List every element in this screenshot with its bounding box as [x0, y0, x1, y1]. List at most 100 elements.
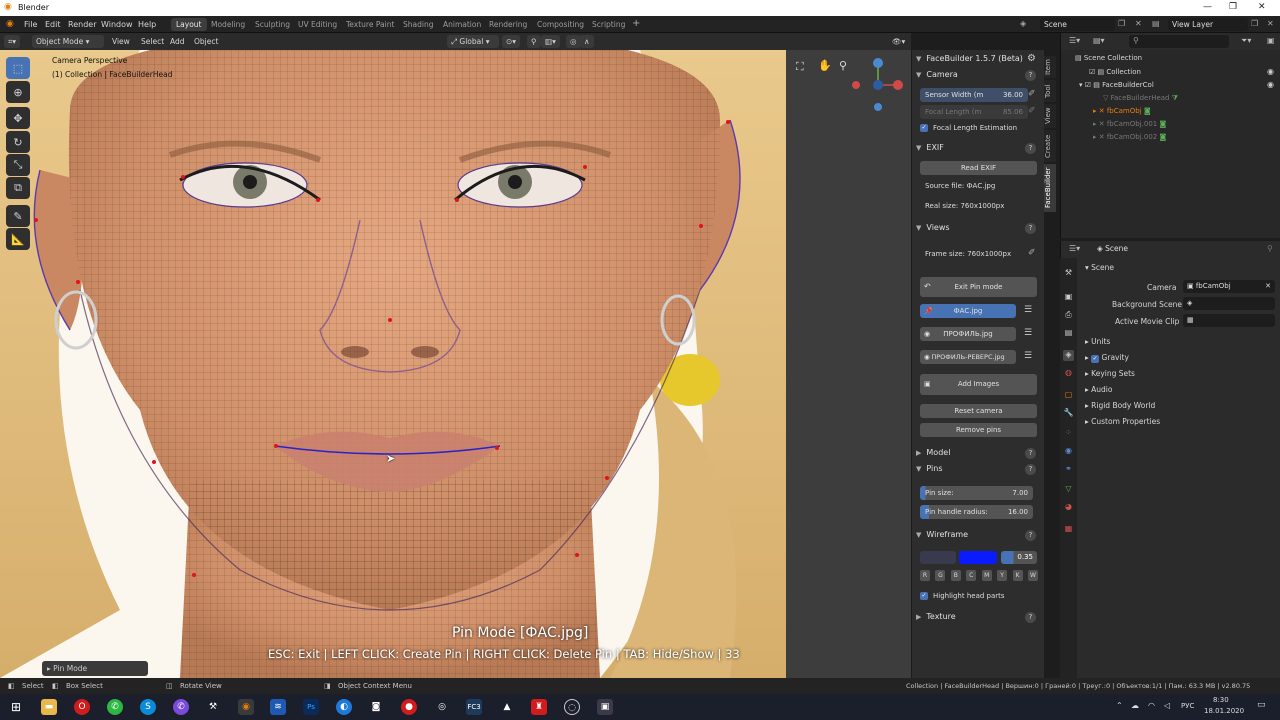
- camera-app-icon[interactable]: ◙: [368, 699, 384, 715]
- channel-button[interactable]: W: [1027, 570, 1038, 581]
- tab-layout[interactable]: Layout: [171, 18, 207, 31]
- channel-button[interactable]: M: [981, 570, 992, 581]
- particles-tab-icon[interactable]: ⁘: [1063, 428, 1074, 439]
- focal-length-field[interactable]: Focal Length (m 85.06: [920, 105, 1028, 119]
- pin-marker[interactable]: [34, 218, 38, 222]
- checkbox-icon[interactable]: ✓: [920, 124, 928, 132]
- measure-tool-icon[interactable]: 📐: [6, 228, 30, 250]
- navigation-gizmo-icon[interactable]: [850, 55, 910, 115]
- highlight-head-parts-toggle[interactable]: ✓ Highlight head parts: [920, 592, 1005, 600]
- orientation-dropdown[interactable]: ⤢ Global ▾: [447, 35, 499, 48]
- help-icon[interactable]: ?: [1025, 530, 1036, 541]
- tray-app-icon[interactable]: ☁: [1131, 701, 1139, 710]
- pins-section-header[interactable]: ▼ Pins?: [916, 464, 1042, 475]
- tab-texture-paint[interactable]: Texture Paint: [341, 18, 399, 31]
- material-tab-icon[interactable]: ◕: [1063, 502, 1074, 513]
- snap-icon[interactable]: ⚲: [527, 35, 541, 48]
- eye-icon[interactable]: ◉: [1267, 67, 1274, 76]
- pin-marker[interactable]: [316, 198, 320, 202]
- select-tool-icon[interactable]: ⬚: [6, 57, 30, 79]
- pan-hand-icon[interactable]: ✋: [818, 59, 832, 72]
- exit-pin-mode-button[interactable]: ↶ Exit Pin mode: [920, 277, 1037, 297]
- clock-time[interactable]: 8:30: [1213, 696, 1229, 704]
- view-image-profile-reverse[interactable]: ◉ ПРОФИЛЬ-РЕВЕРС.jpg: [920, 350, 1016, 364]
- render-tab-icon[interactable]: ▣: [1063, 292, 1074, 303]
- tab-scripting[interactable]: Scripting: [587, 18, 630, 31]
- tab-facebuilder[interactable]: FaceBuilder: [1044, 164, 1056, 212]
- tab-item[interactable]: Item: [1044, 56, 1056, 78]
- eyedropper-icon[interactable]: ✐: [1028, 106, 1036, 116]
- exif-section-header[interactable]: ▼ EXIF?: [916, 143, 1042, 154]
- outliner-search-input[interactable]: ⚲: [1129, 35, 1229, 48]
- pin-marker[interactable]: [152, 460, 156, 464]
- pin-size-slider[interactable]: Pin size: 7.00: [920, 486, 1033, 500]
- sensor-width-field[interactable]: Sensor Width (m 36.00: [920, 88, 1028, 102]
- help-icon[interactable]: ?: [1025, 143, 1036, 154]
- object-tab-icon[interactable]: ▢: [1063, 390, 1074, 401]
- pin-marker[interactable]: [575, 553, 579, 557]
- tab-view[interactable]: View: [1044, 104, 1056, 128]
- custom-properties-panel[interactable]: ▸ Custom Properties: [1085, 417, 1160, 426]
- outliner-root[interactable]: ▤ Scene Collection: [1075, 54, 1142, 62]
- settings-gear-icon[interactable]: ⚙: [1027, 53, 1036, 64]
- channel-button[interactable]: G: [935, 570, 946, 581]
- annotate-tool-icon[interactable]: ✎: [6, 205, 30, 227]
- outliner-item[interactable]: ▸ ✕ fbCamObj ◙: [1093, 107, 1151, 115]
- tab-animation[interactable]: Animation: [438, 18, 486, 31]
- transform-tool-icon[interactable]: ⧉: [6, 177, 30, 199]
- output-tab-icon[interactable]: ⎙: [1063, 310, 1074, 321]
- outliner-item[interactable]: ▽ FaceBuilderHead ⧩: [1103, 94, 1178, 103]
- notifications-icon[interactable]: ▭: [1257, 700, 1266, 710]
- opera-icon[interactable]: O: [74, 699, 90, 715]
- views-section-header[interactable]: ▼ Views?: [916, 223, 1042, 234]
- channel-button[interactable]: C: [966, 570, 977, 581]
- checkbox-icon[interactable]: ✓: [1091, 355, 1100, 363]
- pin-marker[interactable]: [192, 573, 196, 577]
- menu-edit[interactable]: Edit: [45, 20, 61, 29]
- world-tab-icon[interactable]: ◍: [1063, 368, 1074, 379]
- help-icon[interactable]: ?: [1025, 464, 1036, 475]
- move-tool-icon[interactable]: ✥: [6, 107, 30, 129]
- eye-icon[interactable]: ◉: [1267, 80, 1274, 89]
- channel-button[interactable]: Y: [997, 570, 1008, 581]
- physics-tab-icon[interactable]: ◉: [1063, 446, 1074, 457]
- hamburger-menu-icon[interactable]: ☰: [1024, 351, 1032, 361]
- blender-taskbar-icon[interactable]: ◉: [238, 699, 254, 715]
- tab-modeling[interactable]: Modeling: [206, 18, 250, 31]
- outliner-item[interactable]: ▸ ✕ fbCamObj.001 ◙: [1093, 120, 1166, 128]
- outliner-item[interactable]: ☑ ▤ Collection: [1089, 68, 1141, 76]
- browser-icon[interactable]: ◐: [336, 699, 352, 715]
- rotate-tool-icon[interactable]: ↻: [6, 131, 30, 153]
- clear-icon[interactable]: ✕: [1265, 282, 1271, 290]
- background-scene-field[interactable]: ◈: [1183, 297, 1275, 310]
- mode-dropdown[interactable]: Object Mode ▾: [32, 35, 104, 48]
- help-icon[interactable]: ?: [1025, 612, 1036, 623]
- wireframe-color-1[interactable]: [920, 551, 956, 564]
- channel-button[interactable]: B: [950, 570, 961, 581]
- new-view-layer-icon[interactable]: ❐: [1251, 19, 1258, 28]
- window-app-icon[interactable]: ▣: [597, 699, 613, 715]
- reset-camera-button[interactable]: Reset camera: [920, 404, 1037, 418]
- pin-marker[interactable]: [76, 280, 80, 284]
- skype-icon[interactable]: S: [140, 699, 156, 715]
- circle-app-icon[interactable]: ◌: [564, 699, 580, 715]
- pin-marker[interactable]: [726, 120, 730, 124]
- snap-settings-icon[interactable]: ▥▾: [541, 35, 560, 48]
- network-app-icon[interactable]: ◎: [434, 699, 450, 715]
- tools-icon[interactable]: ⚒: [205, 699, 221, 715]
- outliner-item[interactable]: ▸ ✕ fbCamObj.002 ◙: [1093, 133, 1166, 141]
- wifi-icon[interactable]: ◠: [1148, 701, 1155, 710]
- read-exif-button[interactable]: Read EXIF: [920, 161, 1037, 175]
- eyedropper-icon[interactable]: ✐: [1028, 89, 1036, 99]
- scene-tab-icon[interactable]: ◈: [1063, 350, 1074, 361]
- tab-rendering[interactable]: Rendering: [484, 18, 532, 31]
- view-layer-tab-icon[interactable]: ▤: [1063, 328, 1074, 339]
- camera-view-icon[interactable]: ⛶: [796, 60, 804, 74]
- pin-marker[interactable]: [495, 446, 499, 450]
- minimize-icon[interactable]: —: [1203, 2, 1212, 12]
- checkbox-icon[interactable]: ✓: [920, 592, 928, 600]
- tool-tab-icon[interactable]: ⚒: [1063, 268, 1074, 279]
- tab-compositing[interactable]: Compositing: [532, 18, 589, 31]
- photoshop-icon[interactable]: Ps: [303, 699, 319, 715]
- file-explorer-icon[interactable]: ▬: [41, 699, 57, 715]
